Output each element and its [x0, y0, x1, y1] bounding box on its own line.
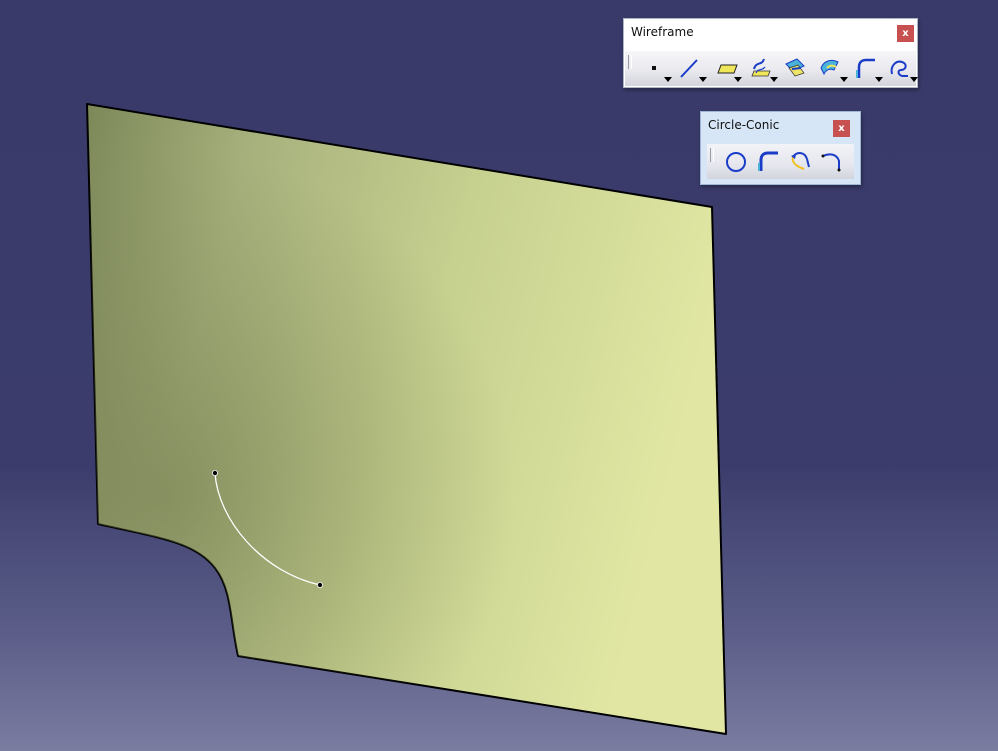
3d-viewport[interactable]: Wireframe x Circle-Conic x [0, 0, 998, 751]
spline-icon [890, 60, 908, 77]
wireframe-toolbar[interactable]: Wireframe x [623, 18, 918, 88]
dropdown-arrow-icon[interactable] [875, 77, 883, 82]
close-icon[interactable]: x [833, 120, 850, 137]
circle-conic-toolbar-title: Circle-Conic [708, 118, 780, 132]
projection-icon [751, 58, 771, 77]
spline-button[interactable] [885, 54, 918, 82]
corner-button[interactable] [850, 54, 883, 82]
wireframe-toolbar-title: Wireframe [631, 25, 694, 39]
connect-curve-button[interactable] [785, 147, 815, 175]
toolbar-grip[interactable] [710, 148, 714, 162]
corner-icon [856, 58, 875, 78]
wireframe-tool-strip [625, 51, 918, 86]
arc-start-point[interactable] [211, 469, 218, 476]
circle-button[interactable] [721, 147, 751, 175]
dropdown-arrow-icon[interactable] [734, 77, 742, 82]
dropdown-arrow-icon[interactable] [840, 77, 848, 82]
dropdown-arrow-icon[interactable] [910, 77, 918, 82]
conic-button[interactable] [817, 147, 847, 175]
plane-button[interactable] [709, 54, 742, 82]
toolbar-grip[interactable] [628, 55, 632, 69]
circle-conic-tool-strip [707, 144, 854, 179]
dropdown-arrow-icon[interactable] [699, 77, 707, 82]
circle-icon [726, 152, 746, 172]
corner-icon [758, 151, 778, 171]
projection-button[interactable] [745, 54, 778, 82]
point-button[interactable] [639, 54, 672, 82]
surface-shading [87, 104, 726, 734]
offset-button[interactable] [815, 54, 848, 82]
circle-conic-toolbar[interactable]: Circle-Conic x [700, 111, 861, 185]
close-icon[interactable]: x [897, 25, 914, 42]
dropdown-arrow-icon[interactable] [770, 77, 778, 82]
line-button[interactable] [674, 54, 707, 82]
connect-curve-icon [791, 152, 810, 170]
dropdown-arrow-icon[interactable] [664, 77, 672, 82]
point-icon [652, 66, 656, 70]
conic-icon [821, 153, 841, 172]
intersection-icon [785, 58, 805, 77]
arc-end-point[interactable] [316, 582, 323, 589]
corner-button[interactable] [753, 147, 783, 175]
offset-icon [820, 59, 839, 76]
intersection-button[interactable] [780, 54, 810, 82]
line-icon [680, 59, 698, 78]
